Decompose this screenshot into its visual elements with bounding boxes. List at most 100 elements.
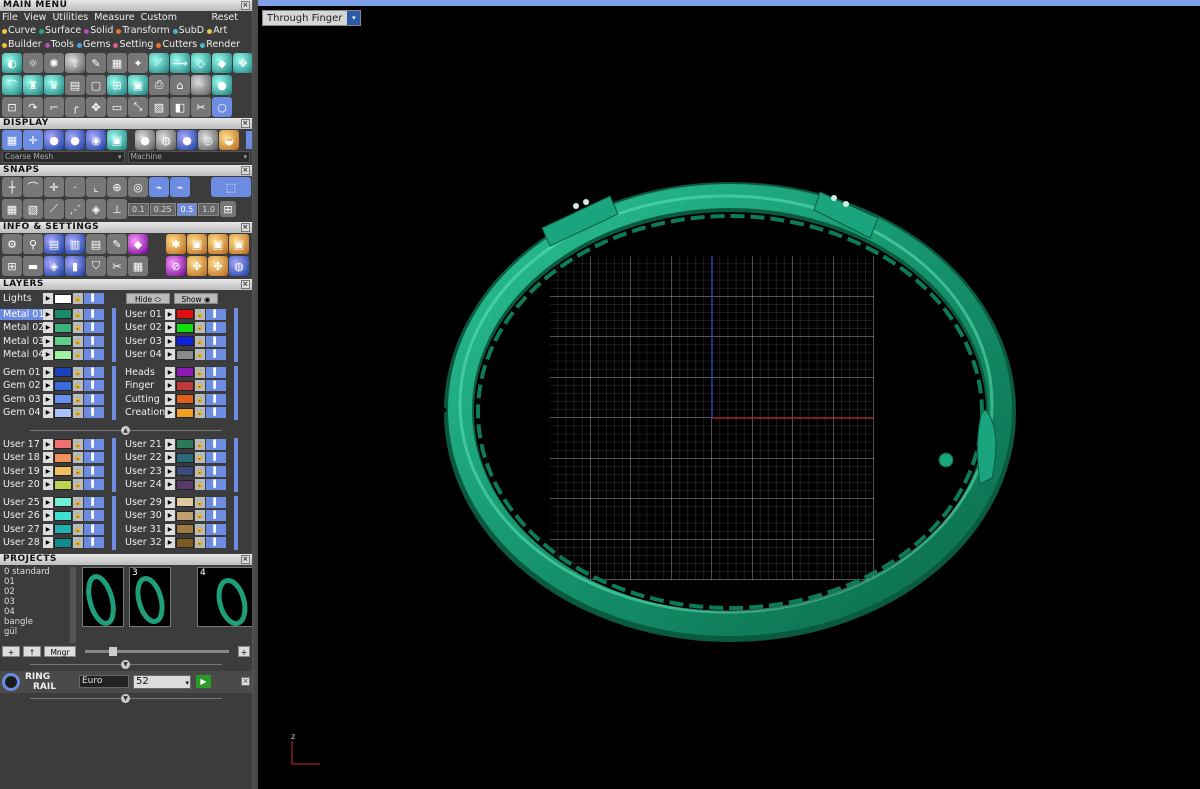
lock-icon[interactable]: 🔒 — [195, 335, 205, 347]
layer-arrow-icon[interactable]: ▶ — [43, 308, 53, 320]
layer-arrow-icon[interactable]: ▶ — [165, 349, 175, 361]
snap-dot-icon[interactable]: · — [65, 177, 85, 197]
close-icon[interactable]: × — [241, 166, 250, 175]
render-icon[interactable]: ● — [65, 130, 85, 150]
layer-group-bar[interactable] — [112, 307, 116, 362]
material-select[interactable]: Machine — [127, 151, 250, 163]
snap-edge-icon[interactable]: ⟋ — [44, 199, 64, 219]
layer-arrow-icon[interactable]: ▶ — [165, 393, 175, 405]
layer-color-swatch[interactable] — [54, 380, 72, 391]
project-thumbnail[interactable]: 4 — [197, 566, 252, 627]
layer-row[interactable]: User 23 ▶ 🔒 ▌ — [122, 465, 226, 479]
category-gems[interactable]: Gems — [77, 38, 110, 52]
visible-icon[interactable]: ▌ — [206, 349, 226, 361]
sparkle-icon[interactable]: ✦ — [128, 53, 148, 73]
layer-arrow-icon[interactable]: ▶ — [43, 465, 53, 477]
layer-arrow-icon[interactable]: ▶ — [43, 537, 53, 549]
layer-arrow-icon[interactable]: ▶ — [165, 366, 175, 378]
layer-arrow-icon[interactable]: ▶ — [43, 523, 53, 535]
layer-arrow-icon[interactable]: ▶ — [43, 479, 53, 491]
layer-color-swatch[interactable] — [54, 524, 72, 535]
visible-icon[interactable]: ▌ — [84, 479, 104, 491]
layer-group-bar[interactable] — [112, 437, 116, 492]
visible-icon[interactable]: ▌ — [84, 537, 104, 549]
prism-icon[interactable]: ⊘ — [166, 256, 186, 276]
layer-color-swatch[interactable] — [54, 322, 72, 333]
snap-curve-icon[interactable]: ⌒ — [23, 177, 43, 197]
points-icon[interactable]: ✛ — [23, 130, 43, 150]
box-icon[interactable]: ▥ — [65, 234, 85, 254]
category-setting[interactable]: Setting — [113, 38, 153, 52]
gloss-icon[interactable]: ◉ — [86, 130, 106, 150]
steel-icon[interactable]: ◎ — [198, 130, 218, 150]
snap-point-icon[interactable]: ✛ — [44, 177, 64, 197]
visible-icon[interactable]: ▌ — [84, 349, 104, 361]
lock-icon[interactable]: 🔒 — [73, 380, 83, 392]
visible-icon[interactable]: ▌ — [206, 380, 226, 392]
lock-icon[interactable]: 🔒 — [73, 452, 83, 464]
visible-icon[interactable]: ▌ — [84, 308, 104, 320]
size-select[interactable]: 52 ▾ — [133, 674, 191, 689]
lock-icon[interactable]: 🔒 — [195, 393, 205, 405]
snap-value-10[interactable]: 1.0 — [198, 202, 220, 216]
chart-icon[interactable]: ▦ — [128, 256, 148, 276]
layer-row[interactable]: User 18 ▶ 🔒 ▌ — [0, 451, 104, 465]
shaded-icon[interactable]: ● — [44, 130, 64, 150]
layer-row[interactable]: User 25 ▶ 🔒 ▌ — [0, 496, 104, 510]
visible-icon[interactable]: ▌ — [84, 496, 104, 508]
platinum-icon[interactable]: ● — [177, 130, 197, 150]
layer-group-bar[interactable] — [234, 437, 238, 492]
cut-icon[interactable]: ✂ — [191, 97, 211, 117]
visible-icon[interactable]: ▌ — [206, 308, 226, 320]
category-art[interactable]: Art — [207, 24, 227, 38]
layers-icon[interactable]: ▤ — [44, 234, 64, 254]
scissors-icon[interactable]: ✂ — [107, 256, 127, 276]
project-item[interactable]: 02 — [4, 587, 76, 597]
close-icon[interactable]: × — [241, 223, 250, 232]
visible-icon[interactable]: ▌ — [84, 452, 104, 464]
category-builder[interactable]: Builder — [2, 38, 42, 52]
project-thumbnail[interactable] — [82, 566, 124, 627]
gallery-icon[interactable]: ▣ — [208, 234, 228, 254]
up-project-icon[interactable]: ↑ — [23, 646, 41, 657]
silver-icon[interactable]: ◍ — [156, 130, 176, 150]
expand-icon[interactable]: ▼ — [121, 659, 130, 669]
viewport[interactable]: Through Finger ▾ z — [258, 0, 1200, 789]
visible-icon[interactable]: ▌ — [206, 537, 226, 549]
project-item[interactable]: 01 — [4, 577, 76, 587]
corner-icon[interactable]: ⌐ — [44, 97, 64, 117]
layer-color-swatch[interactable] — [176, 322, 194, 333]
layer-row[interactable]: Metal 02 ▶ 🔒 ▌ — [0, 321, 104, 335]
visible-icon[interactable]: ▌ — [206, 438, 226, 450]
lock-icon[interactable]: 🔒 — [73, 479, 83, 491]
layer-name[interactable]: Cutting — [122, 394, 165, 405]
lock-icon[interactable]: 🔒 — [195, 438, 205, 450]
snap-box-icon[interactable]: ◈ — [86, 199, 106, 219]
project-item[interactable]: 0 standard — [4, 567, 76, 577]
arc-icon[interactable]: ↷ — [23, 97, 43, 117]
layer-name[interactable]: User 03 — [122, 336, 165, 347]
layer-color-swatch[interactable] — [54, 466, 72, 477]
layer-color-swatch[interactable] — [54, 367, 72, 378]
layer-name[interactable]: User 04 — [122, 349, 165, 360]
lock-icon[interactable]: 🔒 — [195, 366, 205, 378]
layer-color-swatch[interactable] — [54, 537, 72, 548]
layer-row[interactable]: User 02 ▶ 🔒 ▌ — [122, 321, 226, 335]
snap-value-025[interactable]: 0.25 — [149, 202, 176, 216]
layer-name[interactable]: User 17 — [0, 439, 43, 450]
layer-name[interactable]: User 20 — [0, 479, 43, 490]
play-icon[interactable]: ▶ — [196, 675, 211, 688]
visible-icon[interactable]: ▌ — [84, 335, 104, 347]
sweep-icon[interactable]: ⟋ — [149, 53, 169, 73]
panel-icon[interactable]: ▣ — [128, 75, 148, 95]
layer-arrow-icon[interactable]: ▶ — [43, 366, 53, 378]
hide-button[interactable]: Hide ⬭ — [126, 293, 170, 305]
layer-arrow-icon[interactable]: ▶ — [165, 510, 175, 522]
lamp-icon[interactable]: ☼ — [23, 53, 43, 73]
visible-icon[interactable]: ▌ — [206, 366, 226, 378]
layer-color-swatch[interactable] — [54, 407, 72, 418]
layer-color-swatch[interactable] — [176, 479, 194, 490]
lock-icon[interactable]: 🔒 — [73, 366, 83, 378]
layer-name[interactable]: User 31 — [122, 524, 165, 535]
layer-row[interactable]: User 28 ▶ 🔒 ▌ — [0, 536, 104, 550]
